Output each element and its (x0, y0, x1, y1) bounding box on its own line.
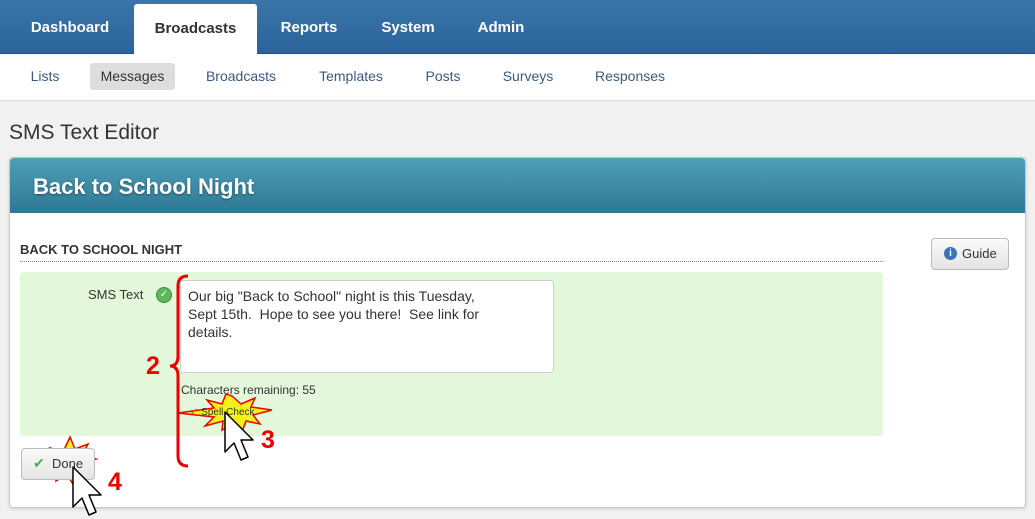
checkmark-icon: ✔ (33, 455, 45, 471)
guide-button-label: Guide (962, 246, 997, 261)
subnav-item-messages[interactable]: Messages (90, 63, 175, 90)
subnav-item-broadcasts[interactable]: Broadcasts (197, 63, 285, 90)
tab-dashboard[interactable]: Dashboard (12, 0, 128, 53)
tab-reports[interactable]: Reports (266, 0, 352, 53)
page-title: SMS Text Editor (9, 121, 160, 144)
sms-text-label: SMS Text (88, 287, 144, 302)
step-number-2: 2 (146, 352, 160, 380)
sub-nav: Lists Messages Broadcasts Templates Post… (0, 54, 1035, 101)
tab-broadcasts[interactable]: Broadcasts (134, 4, 257, 54)
spell-check-link[interactable]: ✓ Spell Check (190, 407, 255, 418)
subnav-item-posts[interactable]: Posts (416, 63, 470, 90)
subnav-item-lists[interactable]: Lists (22, 63, 68, 90)
panel-title: Back to School Night (33, 174, 255, 199)
step-number-3: 3 (261, 426, 275, 454)
info-icon: i (944, 247, 957, 260)
subnav-item-responses[interactable]: Responses (586, 63, 674, 90)
tab-admin[interactable]: Admin (465, 0, 537, 53)
top-nav: Dashboard Broadcasts Reports System Admi… (0, 0, 1035, 54)
panel-header: Back to School Night (10, 158, 1025, 213)
spell-check-icon: ✓ (190, 407, 199, 418)
valid-check-icon: ✓ (156, 287, 172, 303)
spell-check-label: Spell Check (201, 407, 255, 418)
sms-text-input[interactable]: Our big "Back to School" night is this T… (180, 280, 554, 373)
guide-button[interactable]: i Guide (931, 238, 1009, 270)
subnav-item-surveys[interactable]: Surveys (493, 63, 563, 90)
step-number-4: 4 (108, 468, 122, 496)
subnav-item-templates[interactable]: Templates (310, 63, 392, 90)
done-button-label: Done (52, 456, 84, 471)
tab-system[interactable]: System (366, 0, 450, 53)
section-divider (20, 261, 883, 262)
done-button[interactable]: ✔ Done (21, 448, 95, 480)
section-heading: BACK TO SCHOOL NIGHT (20, 242, 183, 257)
characters-remaining: Characters remaining: 55 (181, 383, 316, 397)
